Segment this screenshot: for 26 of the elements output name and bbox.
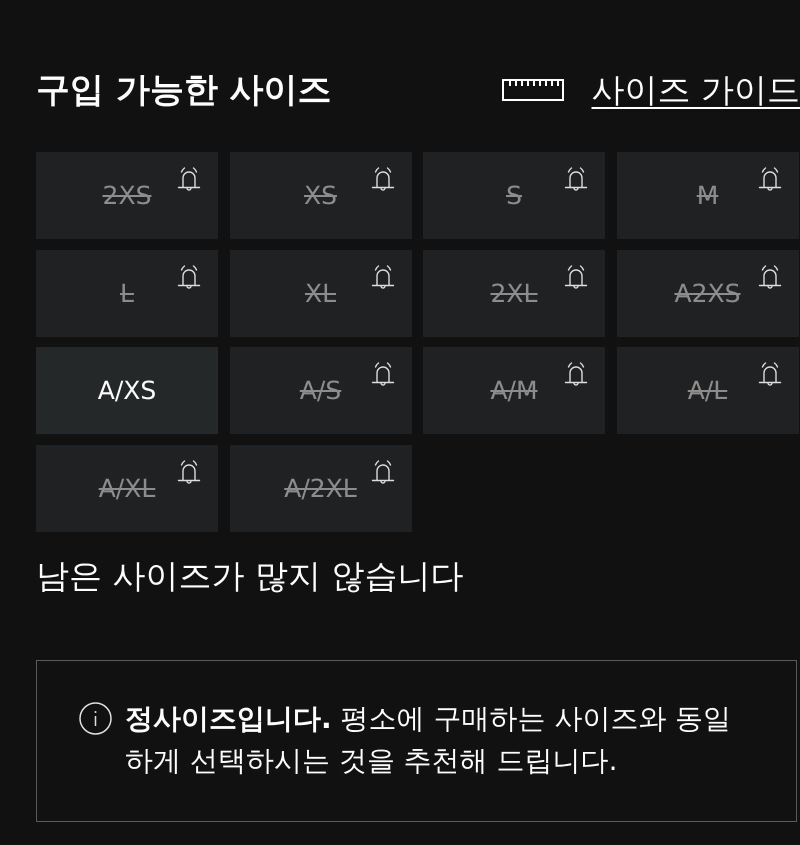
- section-title: 구입 가능한 사이즈: [36, 70, 332, 110]
- bell-icon: [370, 458, 396, 486]
- size-option[interactable]: A/L: [616, 347, 798, 434]
- ruler-icon: [502, 78, 564, 102]
- size-option[interactable]: 2XL: [423, 250, 605, 336]
- fit-notice-text: 정사이즈입니다. 평소에 구매하는 사이즈와 동일하게 선택하시는 것을 추천해 드립니다.: [125, 700, 732, 778]
- bell-icon: [370, 264, 396, 292]
- size-guide-link[interactable]: 사이즈 가이드: [592, 70, 800, 110]
- bell-icon: [563, 264, 589, 292]
- stock-note: 남은 사이즈가 많지 않습니다: [36, 556, 464, 596]
- size-option[interactable]: XL: [230, 250, 412, 336]
- size-option[interactable]: M: [616, 152, 798, 239]
- size-option[interactable]: L: [36, 250, 218, 336]
- size-option[interactable]: A/S: [230, 347, 412, 434]
- bell-icon: [756, 264, 782, 292]
- size-option[interactable]: A/XL: [36, 444, 218, 532]
- size-option[interactable]: S: [423, 152, 605, 239]
- size-option[interactable]: XS: [230, 152, 412, 239]
- bell-icon: [176, 458, 202, 486]
- bell-icon: [176, 264, 202, 292]
- size-option[interactable]: A/M: [423, 347, 605, 434]
- info-icon: [79, 702, 112, 734]
- size-option[interactable]: A2XS: [616, 250, 798, 336]
- size-option[interactable]: 2XS: [36, 152, 218, 239]
- size-option[interactable]: A/XS: [36, 347, 218, 434]
- size-option[interactable]: A/2XL: [230, 444, 412, 532]
